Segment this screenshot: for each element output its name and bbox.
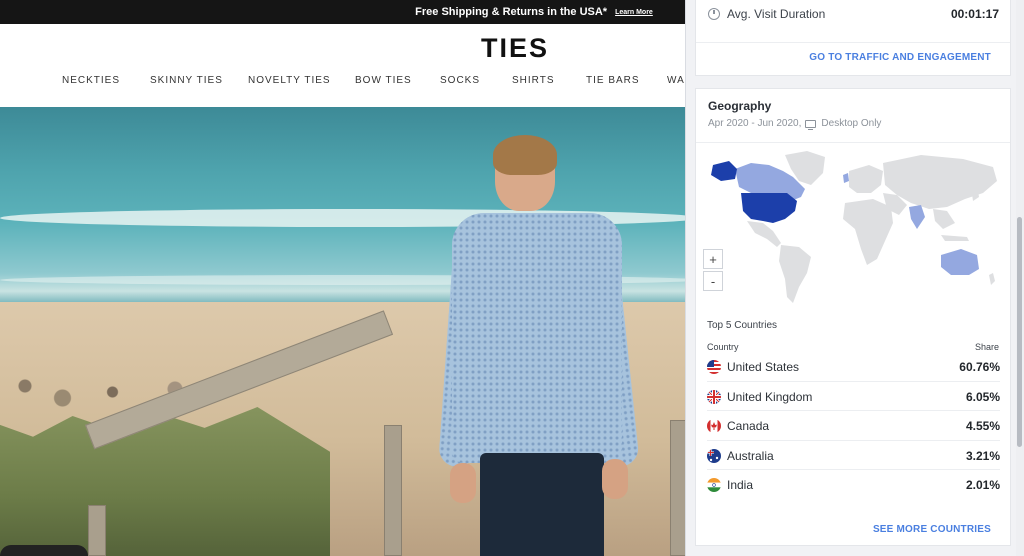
country-share: 2.01% [965,478,1000,492]
traffic-engagement-link[interactable]: GO TO TRAFFIC AND ENGAGEMENT [809,52,991,63]
model-jeans [480,453,604,556]
country-name: India [727,478,754,492]
map-europe [849,165,883,193]
australia-flag-icon [707,448,721,463]
engagement-card: Avg. Visit Duration 00:01:17 GO TO TRAFF… [695,0,1011,76]
chat-button[interactable] [0,545,88,556]
map-mexico [747,221,781,247]
nav-item-skinny-ties[interactable]: SKINNY TIES [150,75,223,86]
map-usa [741,193,797,223]
india-flag-icon [707,478,721,492]
map-southeast-asia [933,209,955,229]
country-name: Canada [727,419,770,433]
panel-scrollbar-thumb[interactable] [1017,217,1022,447]
canada-flag-icon [707,419,721,433]
country-row[interactable]: United Kingdom 6.05% [707,382,1000,411]
map-south-america [779,245,811,303]
country-row[interactable]: Australia 3.21% [707,441,1000,470]
share-column-header: Share [974,342,999,352]
nav-item-socks[interactable]: SOCKS [440,75,480,86]
dune-grass [0,407,330,556]
map-zoom-in-button[interactable]: + [703,249,723,269]
country-share: 60.76% [959,360,1000,374]
country-name: United Kingdom [727,389,813,404]
country-row[interactable]: India 2.01% [707,470,1000,500]
map-indonesia [941,235,969,241]
map-zoom-out-button[interactable]: - [703,271,723,291]
country-row[interactable]: Canada 4.55% [707,411,1000,441]
country-share: 4.55% [965,419,1000,433]
divider [696,42,1010,43]
map-new-zealand [989,273,995,285]
nav-item-neckties[interactable]: NECKTIES [62,75,120,86]
country-name: Australia [727,448,774,463]
device-filter: Desktop Only [821,118,882,129]
date-range: Apr 2020 - Jun 2020, [708,118,802,129]
map-uk [843,173,849,183]
geography-card: Geography Apr 2020 - Jun 2020, Desktop O… [695,88,1011,546]
visit-duration-row: Avg. Visit Duration 00:01:17 [696,0,1010,28]
geography-subtitle: Apr 2020 - Jun 2020, Desktop Only [708,118,882,130]
nav-item-tie-bars[interactable]: TIE BARS [586,75,640,86]
desktop-icon [805,119,817,130]
extension-panel: Avg. Visit Duration 00:01:17 GO TO TRAFF… [685,0,1024,556]
country-list: United States 60.76% United Kingdom 6.05… [707,352,1000,500]
map-australia [941,249,979,275]
world-map[interactable] [707,147,1007,307]
country-column-header: Country [707,342,739,352]
model-hair [493,135,557,175]
visit-duration-value: 00:01:17 [950,7,999,21]
nav-item-shirts[interactable]: SHIRTS [512,75,555,86]
geography-title: Geography [708,99,772,113]
country-row[interactable]: United States 60.76% [707,352,1000,382]
us-flag-icon [707,360,721,374]
visit-duration-label: Avg. Visit Duration [727,7,826,21]
see-more-countries-link[interactable]: SEE MORE COUNTRIES [873,524,991,535]
boardwalk-post [384,425,402,556]
nav-item-novelty-ties[interactable]: NOVELTY TIES [248,75,331,86]
model-shirt [452,213,622,463]
country-share: 3.21% [965,448,1000,463]
model-hand [450,463,476,503]
clock-icon [708,8,720,20]
map-africa [843,199,893,265]
country-name: United States [727,360,800,374]
model-hand [602,459,628,499]
boardwalk-post [88,505,106,556]
learn-more-link[interactable]: Learn More [615,9,653,16]
top-countries-title: Top 5 Countries [707,320,778,331]
map-alaska [711,161,737,181]
uk-flag-icon [707,389,721,404]
nav-item-bow-ties[interactable]: BOW TIES [355,75,412,86]
hero-model [438,135,640,556]
divider [696,142,1010,143]
map-india [909,205,925,229]
promo-text: Free Shipping & Returns in the USA* [415,6,608,18]
country-share: 6.05% [965,389,1000,404]
